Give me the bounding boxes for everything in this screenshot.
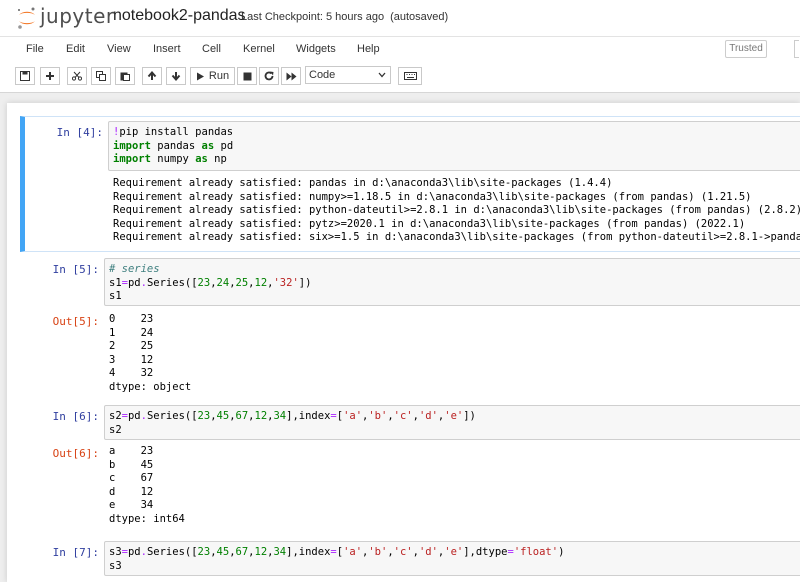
output-line: 4 32: [109, 367, 154, 379]
execute-result: a 23 b 45 c 67 d 12 e 34 dtype: int64: [109, 445, 800, 526]
restart-kernel-button[interactable]: [259, 67, 279, 85]
checkpoint-text: Last Checkpoint: 5 hours ago: [241, 11, 385, 23]
command-palette-button[interactable]: [398, 67, 422, 85]
jupyter-logo-icon[interactable]: [16, 6, 38, 30]
save-button[interactable]: [15, 67, 35, 85]
notebook-container: In [4]: !pip install pandas import panda…: [7, 103, 800, 582]
stop-icon: [243, 72, 251, 80]
menu-view[interactable]: View: [107, 43, 131, 55]
menubar: File Edit View Insert Cell Kernel Widget…: [0, 36, 800, 63]
paste-icon: [120, 72, 130, 81]
output-line: 2 25: [109, 340, 154, 352]
toolbar: Run: [0, 62, 800, 93]
code-line: s1=pd.Series([23,24,25,12,'32']): [109, 276, 312, 289]
code-cell[interactable]: In [6]: s2=pd.Series([23,45,67,12,34],in…: [25, 404, 800, 532]
checkpoint-status: Last Checkpoint: 5 hours ago (autosaved): [241, 11, 448, 23]
code-line: s1: [109, 290, 122, 302]
input-prompt: In [4]:: [56, 126, 103, 139]
output-prompt: Out[6]:: [52, 447, 99, 460]
execute-result: 0 23 1 24 2 25 3 12 4 32 dtype: object: [109, 313, 800, 394]
code-comment: # series: [109, 263, 160, 275]
copy-icon: [96, 71, 106, 81]
notebook-title[interactable]: notebook2-pandas: [113, 7, 246, 25]
cell-type-value: Code: [309, 69, 336, 81]
menu-help[interactable]: Help: [357, 43, 380, 55]
save-icon: [20, 71, 30, 81]
autosave-status: (autosaved): [390, 11, 449, 23]
menu-cell[interactable]: Cell: [202, 43, 221, 55]
stream-output: Requirement already satisfied: pandas in…: [113, 177, 800, 245]
code-editor[interactable]: s2=pd.Series([23,45,67,12,34],index=['a'…: [104, 405, 800, 440]
restart-run-all-button[interactable]: [281, 67, 301, 85]
move-up-button[interactable]: [142, 67, 162, 85]
menu-widgets[interactable]: Widgets: [296, 43, 336, 55]
plus-icon: [46, 72, 54, 80]
output-line: a 23: [109, 445, 154, 457]
code-cell[interactable]: In [7]: s3=pd.Series([23,45,67,12,34],in…: [25, 540, 800, 582]
output-line: 0 23: [109, 313, 154, 325]
output-line: Requirement already satisfied: pandas in…: [113, 177, 613, 189]
code-editor[interactable]: # series s1=pd.Series([23,24,25,12,'32']…: [104, 258, 800, 306]
input-prompt: In [7]:: [52, 546, 99, 559]
notebook-header: jupyter notebook2-pandas Last Checkpoint…: [0, 0, 800, 36]
output-line: e 34: [109, 499, 154, 511]
code-line: s3=pd.Series([23,45,67,12,34],index=['a'…: [109, 546, 565, 558]
code-line: !pip install pandas: [113, 126, 234, 138]
code-editor[interactable]: s3=pd.Series([23,45,67,12,34],index=['a'…: [104, 541, 800, 576]
kernel-indicator[interactable]: [794, 40, 799, 58]
output-prompt: Out[5]:: [52, 315, 99, 328]
code-line: s2=pd.Series([23,45,67,12,34],index=['a'…: [109, 410, 476, 422]
cell-type-select[interactable]: Code: [305, 66, 391, 84]
play-icon: [196, 72, 204, 80]
menu-edit[interactable]: Edit: [66, 43, 85, 55]
menu-file[interactable]: File: [26, 43, 44, 55]
output-line: d 12: [109, 485, 154, 498]
interrupt-kernel-button[interactable]: [237, 67, 257, 85]
insert-cell-button[interactable]: [40, 67, 60, 85]
output-line: 1 24: [109, 326, 154, 339]
output-line: c 67: [109, 472, 154, 484]
code-cell[interactable]: In [5]: # series s1=pd.Series([23,24,25,…: [25, 258, 800, 398]
output-line: Requirement already satisfied: pytz>=202…: [113, 217, 746, 230]
arrow-down-icon: [171, 72, 181, 81]
move-down-button[interactable]: [166, 67, 186, 85]
code-line: import pandas as pd: [113, 139, 234, 152]
output-line: b 45: [109, 458, 154, 471]
refresh-icon: [264, 71, 274, 81]
run-label: Run: [208, 70, 230, 82]
output-line: Requirement already satisfied: python-da…: [113, 204, 800, 216]
scissors-icon: [72, 71, 82, 81]
paste-button[interactable]: [115, 67, 135, 85]
output-line: Requirement already satisfied: numpy>=1.…: [113, 190, 752, 203]
menu-insert[interactable]: Insert: [153, 43, 181, 55]
keyboard-icon: [403, 72, 417, 80]
output-line: dtype: object: [109, 380, 192, 393]
fast-forward-icon: [286, 72, 296, 80]
code-line: s3: [109, 559, 122, 572]
code-line: import numpy as np: [113, 153, 227, 165]
output-line: 3 12: [109, 353, 154, 366]
trusted-indicator[interactable]: Trusted: [725, 40, 767, 58]
code-line: s2: [109, 423, 122, 436]
copy-button[interactable]: [91, 67, 111, 85]
output-line: Requirement already satisfied: six>=1.5 …: [113, 231, 800, 243]
jupyter-wordmark[interactable]: jupyter: [40, 4, 115, 28]
arrow-up-icon: [147, 71, 157, 80]
chevron-down-icon: [378, 72, 386, 78]
input-prompt: In [5]:: [52, 263, 99, 276]
cut-button[interactable]: [67, 67, 87, 85]
menu-kernel[interactable]: Kernel: [243, 43, 275, 55]
input-prompt: In [6]:: [52, 410, 99, 423]
code-cell-selected[interactable]: In [4]: !pip install pandas import panda…: [20, 116, 800, 252]
output-line: dtype: int64: [109, 512, 185, 525]
code-editor[interactable]: !pip install pandas import pandas as pd …: [108, 121, 800, 171]
run-button[interactable]: Run: [190, 67, 235, 85]
